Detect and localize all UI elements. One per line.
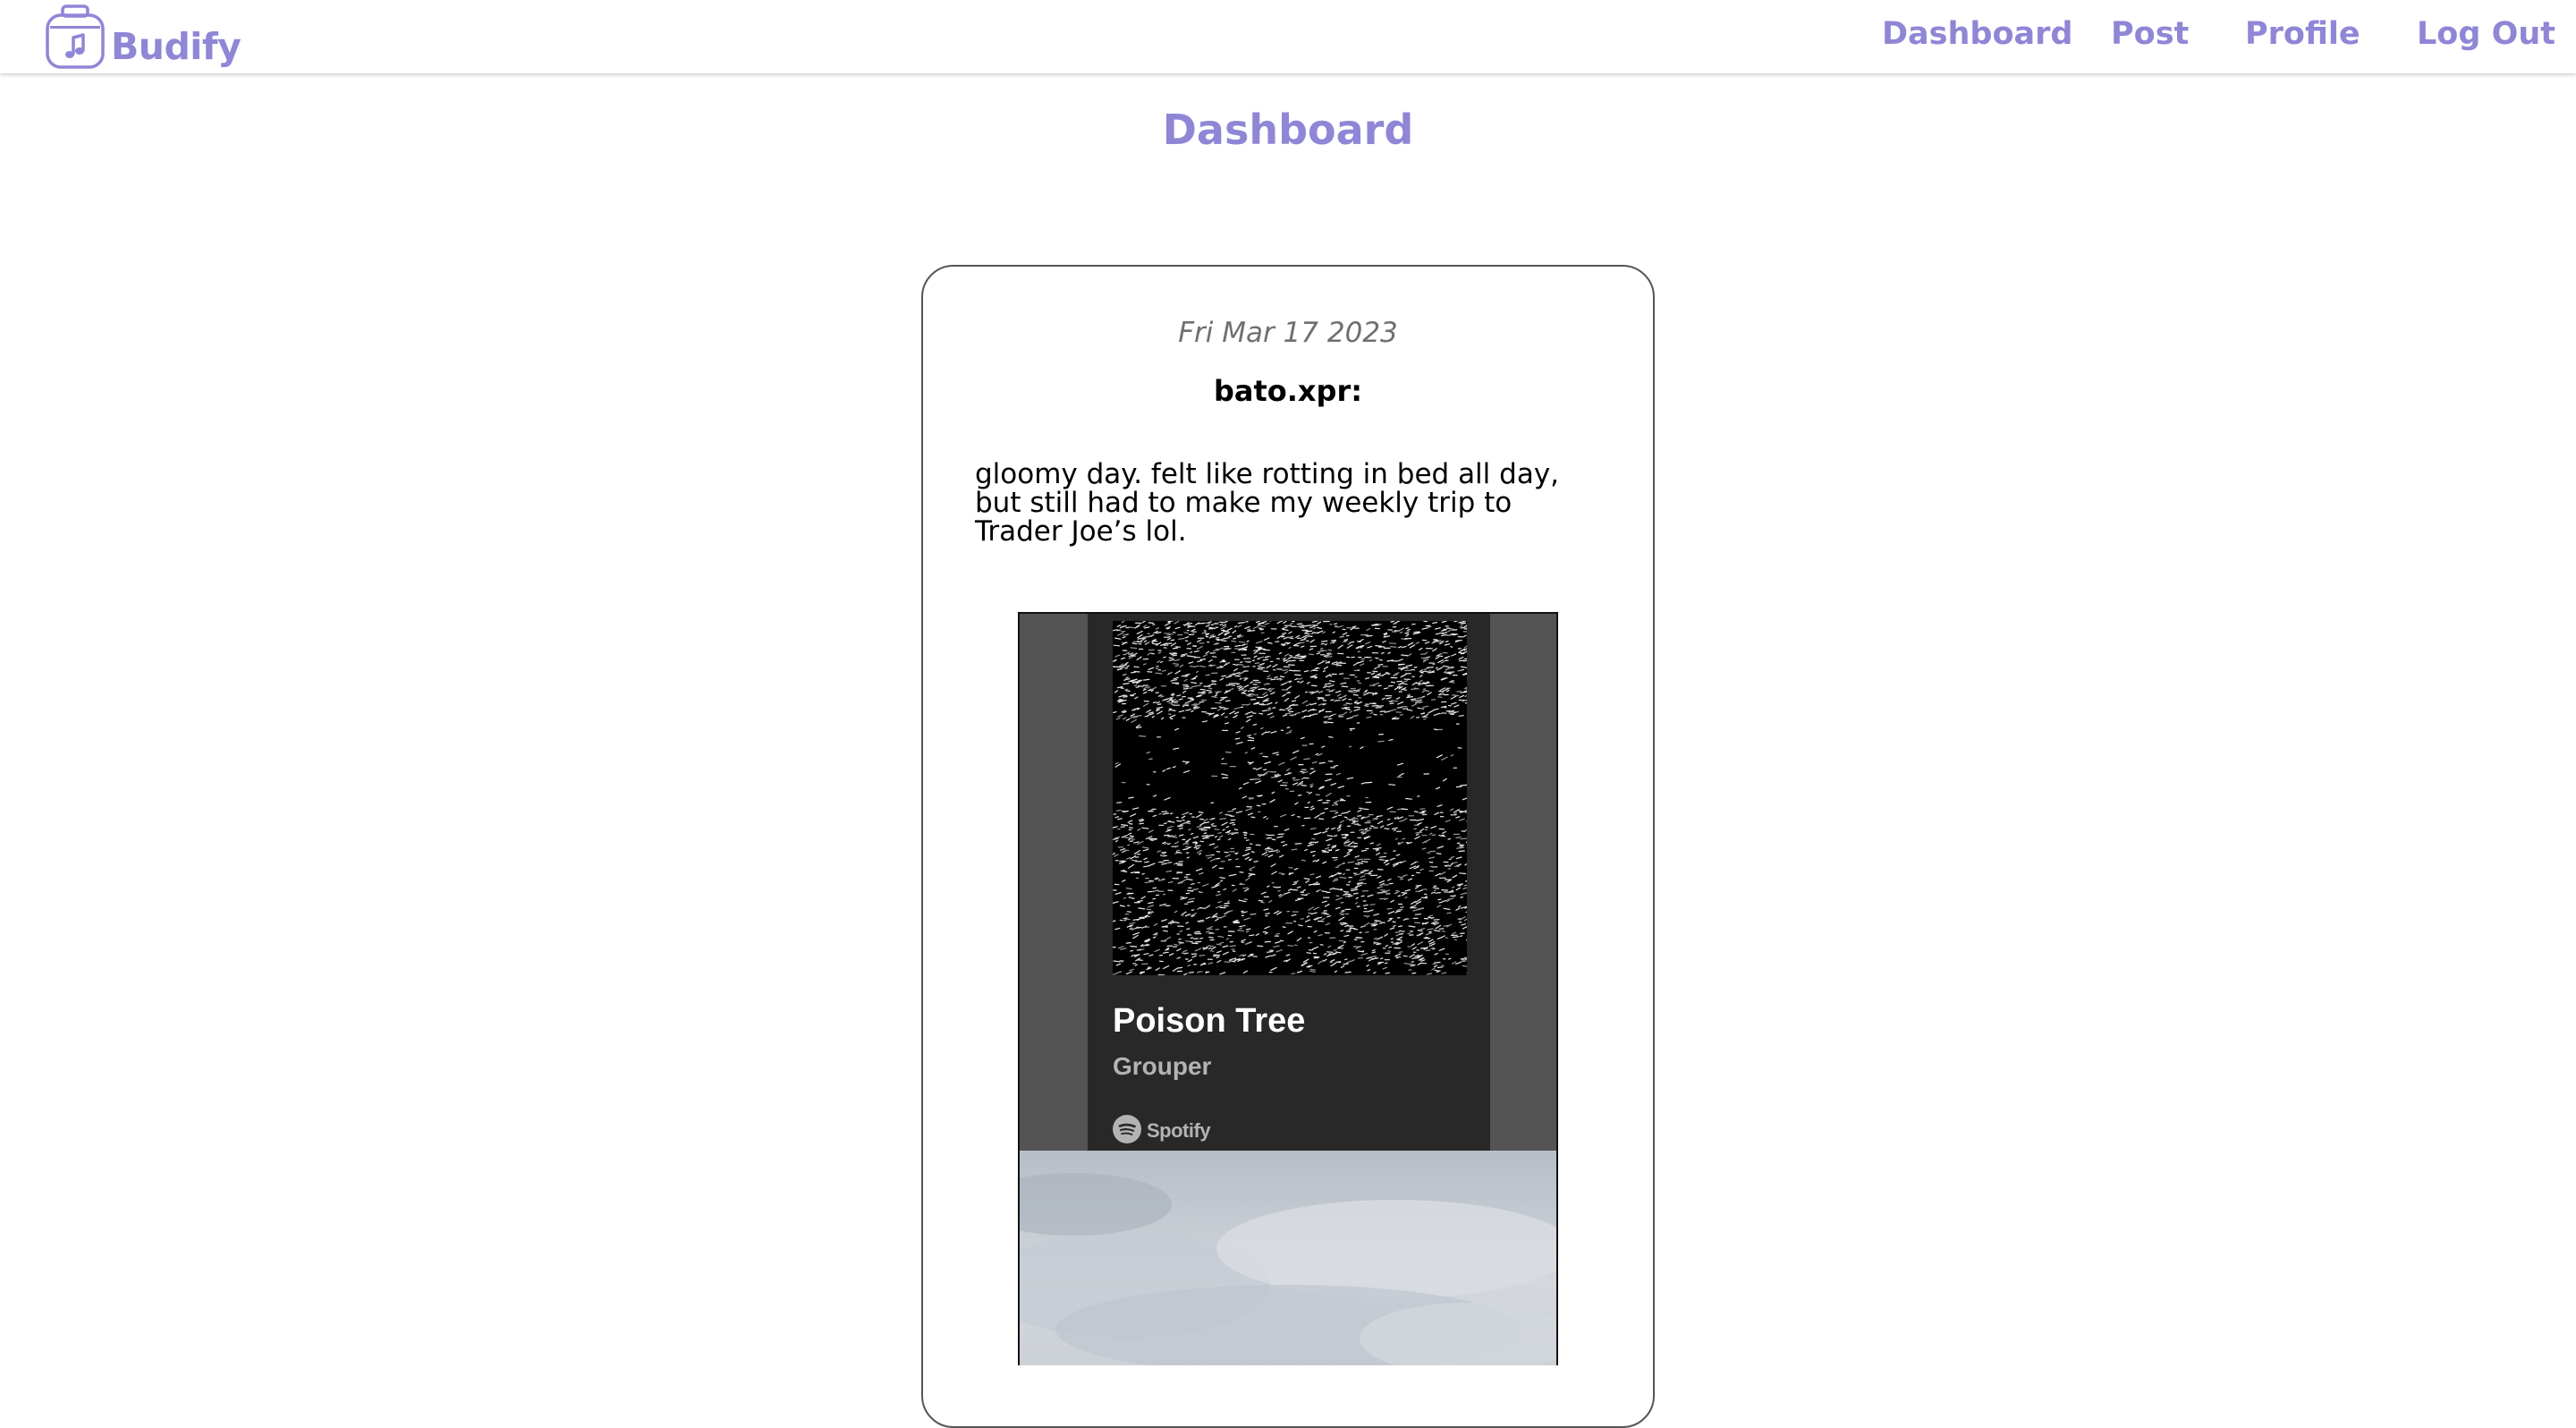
spotify-label: Spotify [1147,1119,1210,1143]
nav-profile-link[interactable]: Profile [2245,16,2360,52]
post-body: gloomy day. felt like rotting in bed all… [975,460,1601,546]
post-username[interactable]: bato.xpr: [0,374,2576,408]
nav-dashboard-link[interactable]: Dashboard [1882,16,2072,52]
track-artist[interactable]: Grouper [1113,1052,1211,1081]
spotify-icon [1113,1115,1141,1147]
spotify-brand[interactable]: Spotify [1113,1115,1210,1147]
track-title[interactable]: Poison Tree [1113,1002,1305,1041]
music-note-jar-icon [43,4,109,70]
nav-logout-link[interactable]: Log Out [2417,16,2555,52]
spotify-embed-card: Poison Tree Grouper Spotify [1088,614,1490,1151]
post-date: Fri Mar 17 2023 [0,317,2576,349]
cloudy-sky-photo [1018,1151,1558,1365]
album-cover-image[interactable] [1113,621,1467,975]
brand-name: Budify [111,25,241,68]
spotify-embed[interactable]: Poison Tree Grouper Spotify [1018,612,1558,1152]
page-title: Dashboard [0,106,2576,154]
nav-post-link[interactable]: Post [2111,16,2189,52]
navbar: Budify Dashboard Post Profile Log Out [0,0,2576,73]
brand-logo-link[interactable]: Budify [43,4,241,70]
